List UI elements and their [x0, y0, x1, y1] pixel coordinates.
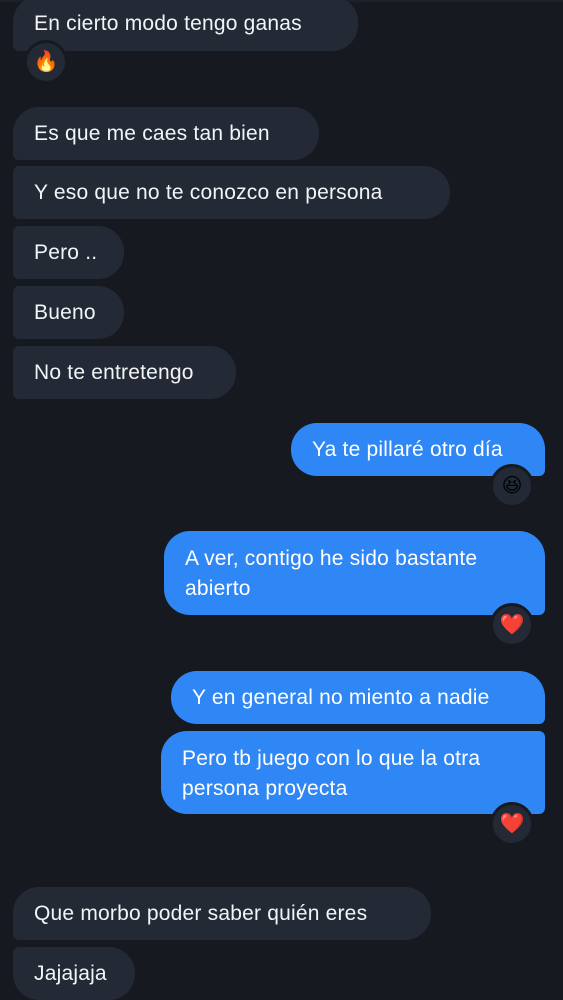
incoming-message[interactable]: Es que me caes tan bien — [13, 107, 319, 160]
heart-reaction-icon[interactable]: ❤️ — [490, 603, 534, 647]
heart-icon: ❤️ — [499, 614, 525, 636]
message-text: Ya te pillaré otro día — [312, 437, 503, 461]
message-text: Jajajaja — [34, 961, 107, 985]
heart-icon: ❤️ — [499, 813, 525, 835]
message-text: Y eso que no te conozco en persona — [34, 180, 383, 204]
outgoing-message[interactable]: Pero tb juego con lo que la otra persona… — [161, 731, 545, 814]
message-text: Es que me caes tan bien — [34, 121, 270, 145]
incoming-message[interactable]: Jajajaja — [13, 947, 135, 1000]
incoming-message[interactable]: En cierto modo tengo ganas — [13, 0, 358, 51]
outgoing-message[interactable]: A ver, contigo he sido bastante abierto — [164, 531, 545, 615]
fire-reaction-icon[interactable]: 🔥 — [24, 40, 68, 84]
message-text: En cierto modo tengo ganas — [34, 11, 302, 35]
message-text: Bueno — [34, 300, 96, 324]
message-text: Que morbo poder saber quién eres — [34, 901, 368, 925]
laughing-reaction-icon[interactable]: 😆 — [490, 464, 534, 508]
message-text: Pero tb juego con lo que la otra persona… — [182, 747, 481, 800]
message-text: No te entretengo — [34, 360, 194, 384]
incoming-message[interactable]: Pero .. — [13, 226, 124, 279]
message-text: A ver, contigo he sido bastante abierto — [185, 547, 478, 600]
outgoing-message[interactable]: Y en general no miento a nadie — [171, 671, 545, 724]
incoming-message[interactable]: Y eso que no te conozco en persona — [13, 166, 450, 219]
laughing-icon: 😆 — [501, 475, 523, 497]
chat-thread[interactable]: En cierto modo tengo ganas 🔥 Es que me c… — [0, 0, 563, 1000]
incoming-message[interactable]: Que morbo poder saber quién eres — [13, 887, 431, 940]
fire-icon: 🔥 — [33, 51, 59, 73]
message-text: Y en general no miento a nadie — [192, 685, 490, 709]
message-text: Pero .. — [34, 240, 98, 264]
incoming-message[interactable]: No te entretengo — [13, 346, 236, 399]
heart-reaction-icon[interactable]: ❤️ — [490, 802, 534, 846]
incoming-message[interactable]: Bueno — [13, 286, 124, 339]
